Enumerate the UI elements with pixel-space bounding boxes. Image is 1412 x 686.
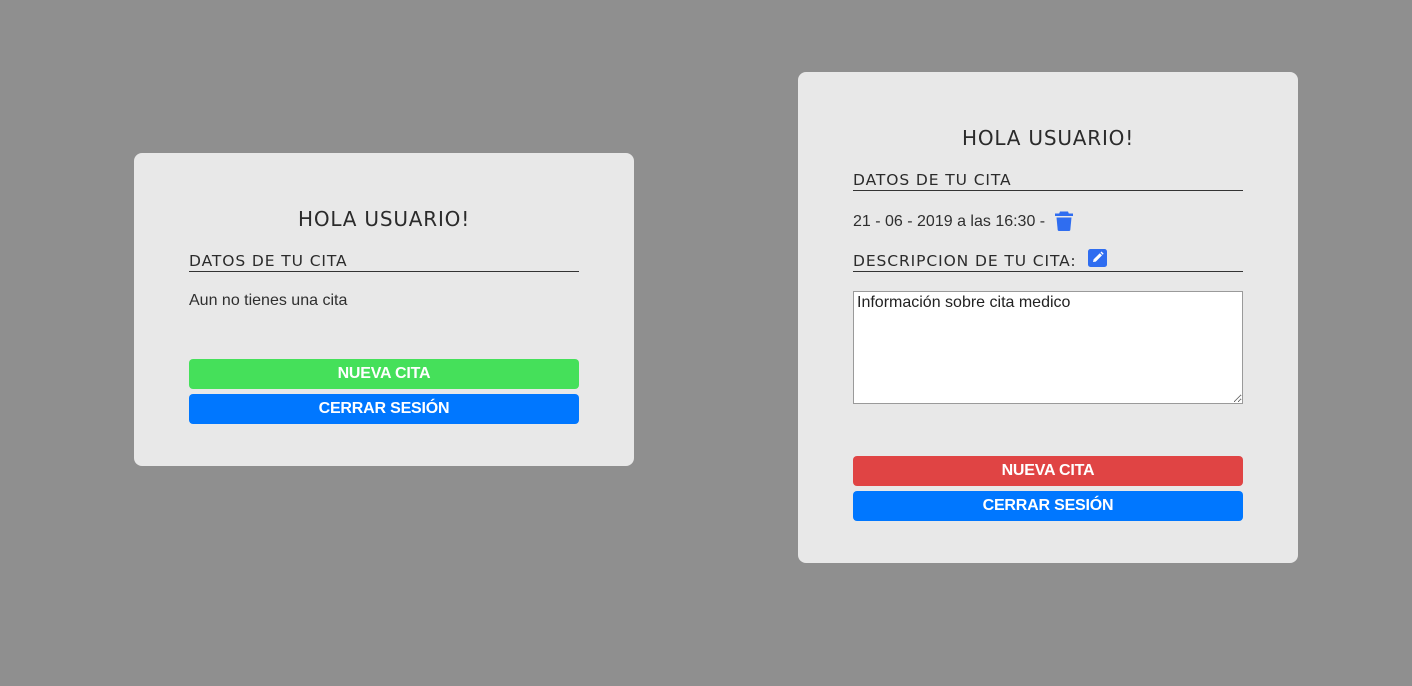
no-appointment-message: Aun no tienes una cita xyxy=(189,292,348,309)
greeting-title: HOLA USUARIO! xyxy=(961,126,1135,150)
appointment-data-heading: DATOS DE TU CITA xyxy=(853,171,1243,191)
logout-button[interactable]: CERRAR SESIÓN xyxy=(189,394,579,424)
trash-icon[interactable] xyxy=(1054,210,1074,232)
edit-icon[interactable] xyxy=(1088,249,1108,267)
greeting-title: HOLA USUARIO! xyxy=(297,207,471,231)
description-textarea[interactable]: Información sobre cita medico xyxy=(853,291,1243,404)
appointment-datetime: 21 - 06 - 2019 a las 16:30 - xyxy=(853,213,1046,230)
card-with-appointment: HOLA USUARIO! DATOS DE TU CITA 21 - 06 -… xyxy=(798,72,1298,563)
description-heading: DESCRIPCION DE TU CITA: xyxy=(853,249,1243,272)
description-heading-label: DESCRIPCION DE TU CITA: xyxy=(853,252,1077,270)
logout-button[interactable]: CERRAR SESIÓN xyxy=(853,491,1243,521)
new-appointment-button[interactable]: NUEVA CITA xyxy=(853,456,1243,486)
card-no-appointment: HOLA USUARIO! DATOS DE TU CITA Aun no ti… xyxy=(134,153,634,466)
new-appointment-button[interactable]: NUEVA CITA xyxy=(189,359,579,389)
appointment-data-heading: DATOS DE TU CITA xyxy=(189,252,579,272)
